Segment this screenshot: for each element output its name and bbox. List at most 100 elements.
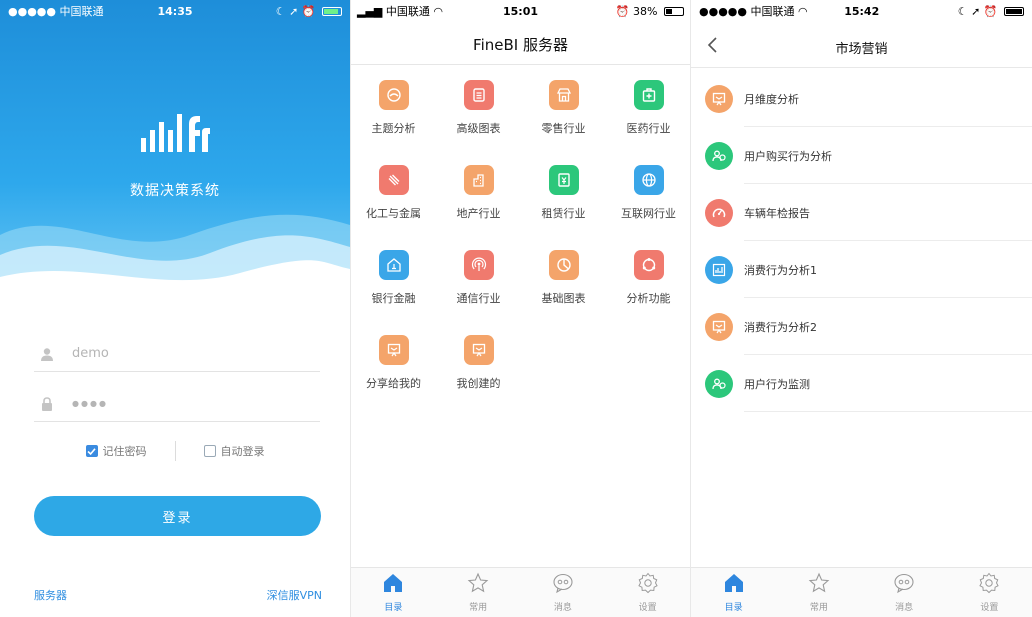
category-tile-label: 分享给我的 [366,377,421,390]
list-item[interactable]: 消费行为分析2 [691,298,1032,355]
category-tile[interactable]: 化工与金属 [351,161,436,246]
category-tile-label: 基础图表 [541,292,586,305]
category-grid: 主题分析 高级图表 零售行业 医药行业化工与金属 地产行业 租赁行业 互联网行业银行金融 通信… [351,76,690,416]
tab-label: 设置 [980,603,999,613]
status-icons: ☾ ➚ ⏰ [231,5,342,18]
category-tile-label: 分析功能 [626,292,671,305]
settings-icon [978,572,1000,598]
username-value: demo [72,346,109,361]
analysis-function-icon [633,250,664,280]
category-tile-label: 主题分析 [371,122,416,135]
tab-star[interactable]: 常用 [776,568,861,617]
status-icons: ⏰ 38% [575,5,684,18]
check-icon [87,447,96,455]
moon-icon: ☾ [957,4,968,18]
login-button[interactable]: 登录 [34,496,321,536]
vpn-link[interactable]: 深信服VPN [267,587,322,603]
category-tile-label: 银行金融 [371,292,416,305]
tab-home[interactable]: 目录 [351,568,436,617]
tab-settings[interactable]: 设置 [605,568,690,617]
category-tile[interactable]: 我创建的 [436,331,521,416]
tab-message[interactable]: 消息 [862,568,947,617]
app-logo [0,108,350,154]
location-icon: ➚ [971,4,981,18]
category-tile-label: 地产行业 [456,207,501,220]
category-tile[interactable]: 银行金融 [351,246,436,331]
tab-label: 常用 [469,603,488,613]
category-tile-label: 医药行业 [626,122,671,135]
page-title: FineBI 服务器 [473,36,568,54]
alarm-icon: ⏰ [301,4,316,18]
basic-chart-icon [548,250,579,280]
message-icon [552,572,574,598]
category-tile[interactable]: 主题分析 [351,76,436,161]
lock-icon [40,396,64,412]
list-item[interactable]: 用户购买行为分析 [691,127,1032,184]
bar-chart-icon [705,255,733,284]
server-link[interactable]: 服务器 [34,587,67,603]
list-screen: ●●●●● 中国联通 ◠ 15:42 ☾ ➚ ⏰ 市场营销 月维度分析用户购买行… [690,0,1032,617]
remember-password-option[interactable]: 记住密码 [85,443,147,459]
signal-bars-icon: ▂▄▆ [357,5,383,18]
remember-password-label: 记住密码 [102,445,147,458]
star-icon [467,572,489,598]
status-bar: ●●●●● 中国联通 ◠ 15:42 ☾ ➚ ⏰ [691,0,1032,22]
username-field[interactable]: demo [34,336,320,372]
list-item[interactable]: 车辆年检报告 [691,184,1032,241]
user-icon [40,346,64,362]
tab-label: 消息 [895,603,914,613]
advanced-chart-icon [463,80,494,110]
clock: 15:42 [844,4,880,18]
shared-with-me-icon [378,335,409,365]
password-field[interactable]: ●●●● [34,386,320,422]
title-divider [691,67,1032,68]
carrier-group: ▂▄▆ 中国联通 ◠ [357,3,466,19]
home-icon [382,572,404,598]
tab-settings[interactable]: 设置 [947,568,1032,617]
category-tile[interactable]: 零售行业 [521,76,606,161]
category-tile[interactable]: 分享给我的 [351,331,436,416]
tab-star[interactable]: 常用 [436,568,521,617]
app-name: 数据决策系统 [130,183,220,199]
list-item-label: 用户行为监测 [744,377,810,391]
auto-login-label: 自动登录 [220,445,265,458]
category-tile-label: 通信行业 [456,292,501,305]
tab-bar: 目录 常用 消息 设置 [351,567,690,617]
category-tile[interactable]: 通信行业 [436,246,521,331]
clock: 15:01 [502,4,538,18]
carrier-label: ●●●●● 中国联通 [8,5,104,18]
page-title: 市场营销 [835,42,888,57]
tab-home[interactable]: 目录 [691,568,776,617]
list-item[interactable]: 月维度分析 [691,70,1032,127]
category-tile[interactable]: 地产行业 [436,161,521,246]
tab-message[interactable]: 消息 [521,568,606,617]
theme-analysis-icon [378,80,409,110]
tab-label: 目录 [384,603,403,613]
list-item-label: 消费行为分析1 [744,263,817,277]
category-tile[interactable]: 互联网行业 [606,161,690,246]
auto-login-option[interactable]: 自动登录 [203,443,265,459]
tab-label: 消息 [553,603,572,613]
list-item-label: 用户购买行为分析 [744,149,832,163]
tab-label: 设置 [638,603,657,613]
list-item-label: 消费行为分析2 [744,320,817,334]
list-item[interactable]: 消费行为分析1 [691,241,1032,298]
home-icon [723,572,745,598]
remember-password-checkbox[interactable] [85,445,98,457]
category-tile[interactable]: 高级图表 [436,76,521,161]
category-tile[interactable]: 医药行业 [606,76,690,161]
category-tile[interactable]: 基础图表 [521,246,606,331]
moon-icon: ☾ [275,4,286,18]
carrier-group: ●●●●● 中国联通 ◠ [699,3,808,19]
auto-login-checkbox[interactable] [203,445,216,457]
list-item[interactable]: 用户行为监测 [691,355,1032,412]
category-tile-label: 化工与金属 [366,207,421,220]
alarm-icon: ⏰ [983,4,998,18]
message-icon [893,572,915,598]
gauge-icon [705,198,733,227]
category-tile[interactable]: 租赁行业 [521,161,606,246]
category-tile[interactable]: 分析功能 [606,246,690,331]
tab-label: 常用 [809,603,828,613]
settings-icon [637,572,659,598]
list-item-label: 车辆年检报告 [744,206,810,220]
